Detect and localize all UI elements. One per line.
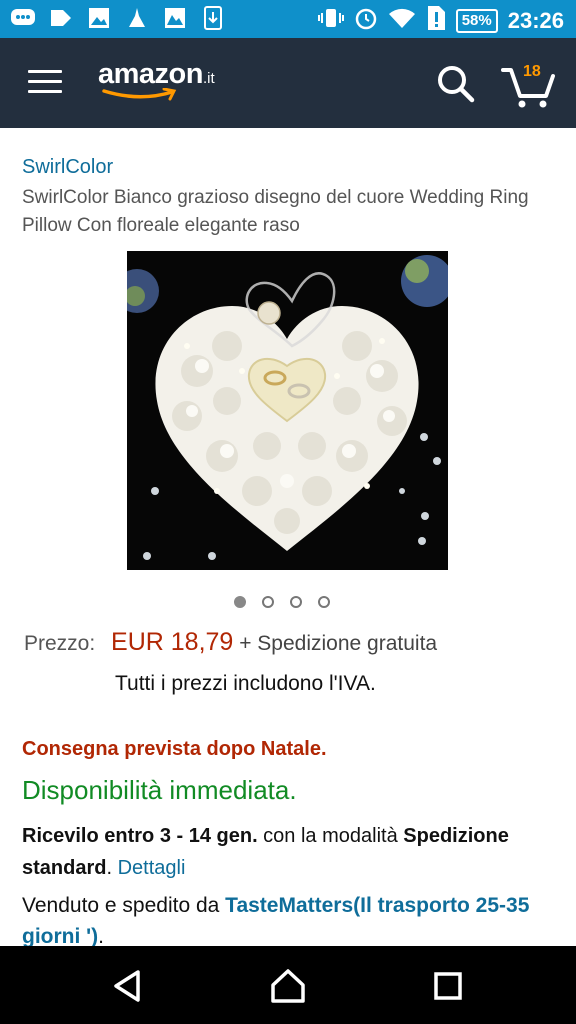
cart-count-badge: 18 [523,63,541,80]
seller-suffix: . [98,925,104,948]
carousel-dot-3[interactable] [290,596,302,608]
price-label: Prezzo: [24,632,96,655]
availability-status: Disponibilità immediata. [22,775,297,805]
back-icon [114,970,140,1002]
chat-icon [10,6,36,30]
heart-ring-pillow-image [127,251,448,570]
amazon-logo[interactable]: amazon.it [98,58,215,101]
hamburger-icon [28,70,62,73]
back-button[interactable] [108,966,148,1006]
alarm-icon [354,6,378,35]
delivery-estimate: Ricevilo entro 3 - 14 gen. con la modali… [22,820,552,884]
amazon-header: amazon.it 18 [0,38,576,128]
gallery-icon [162,6,188,30]
cart-button[interactable]: 18 [500,60,556,108]
seller-prefix: Venduto e spedito da [22,894,226,917]
clock: 23:26 [507,7,564,33]
seller-info: Venduto e spedito da TasteMatters(Il tra… [22,890,552,952]
price-row: Prezzo: EUR 18,79 + Spedizione gratuita [24,628,437,657]
delivery-dates: Ricevilo entro 3 - 14 gen. [22,825,258,847]
smile-arrow-icon [102,88,177,101]
shipping-info: + Spedizione gratuita [239,632,438,655]
vibrate-icon [317,7,344,34]
delivery-period: . [106,857,118,879]
search-button[interactable] [436,64,476,104]
logo-text: amazon [98,58,203,90]
product-title: SwirlColor Bianco grazioso disegno del c… [22,187,529,236]
price-value: EUR 18,79 [111,628,234,656]
delivery-note: Consegna prevista dopo Natale. [22,738,327,760]
vat-note: Tutti i prezzi includono l'IVA. [115,672,376,695]
wifi-icon [388,7,416,34]
details-link[interactable]: Dettagli [118,857,186,879]
battery-indicator: 58% [455,8,498,33]
recents-icon [434,972,462,1000]
home-icon [271,969,305,1003]
image-icon [86,6,112,30]
tag-icon [48,6,74,30]
recents-button[interactable] [428,966,468,1006]
product-image[interactable] [127,251,448,570]
cleaning-icon [124,6,150,30]
delivery-mid-text: con la modalità [257,825,404,847]
status-bar: 58% 23:26 [0,0,576,38]
menu-button[interactable] [28,70,62,96]
logo-tld: .it [202,70,215,87]
navigation-bar [0,946,576,1024]
sim-alert-icon [426,5,446,36]
carousel-dot-1[interactable] [234,596,246,608]
carousel-dot-2[interactable] [262,596,274,608]
home-button[interactable] [268,966,308,1006]
carousel-dot-4[interactable] [318,596,330,608]
notification-icons [10,6,226,30]
download-icon [200,6,226,30]
search-icon [438,66,475,103]
image-carousel-dots [234,596,330,608]
brand-link[interactable]: SwirlColor [22,156,113,179]
